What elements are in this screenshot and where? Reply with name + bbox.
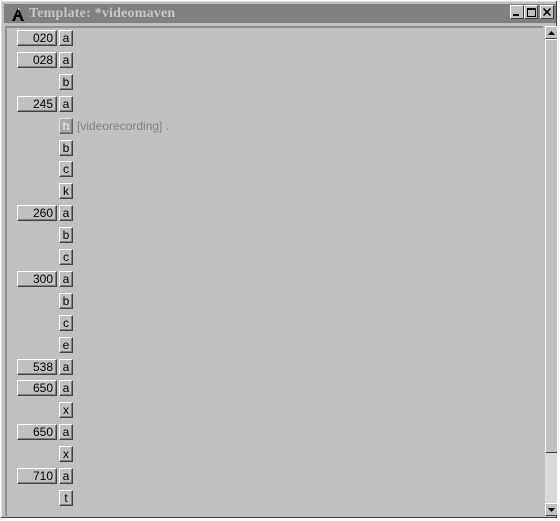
subfield-button[interactable]: h xyxy=(59,117,73,134)
close-icon xyxy=(543,8,551,16)
field-row: c xyxy=(7,247,543,265)
field-row: b xyxy=(7,225,543,244)
vertical-scrollbar[interactable] xyxy=(545,26,557,516)
scroll-up-button[interactable] xyxy=(545,26,557,39)
subfield-button[interactable]: x xyxy=(59,446,73,463)
minimize-button[interactable] xyxy=(510,5,524,19)
field-row: b xyxy=(7,72,543,90)
subfield-button[interactable]: c xyxy=(59,314,73,331)
tag-button[interactable]: 650 xyxy=(17,424,57,441)
field-row: e xyxy=(7,335,543,353)
field-row: 650 a xyxy=(7,378,543,397)
window-title: Template: *videomaven xyxy=(29,5,176,21)
field-row: x xyxy=(7,444,543,463)
field-row: 260 a xyxy=(7,203,543,222)
subfield-button[interactable]: e xyxy=(59,336,73,353)
subfield-button[interactable]: a xyxy=(59,358,73,375)
field-row: 020 a xyxy=(7,28,543,46)
field-row: 028 a xyxy=(7,50,543,68)
field-row: b xyxy=(7,291,543,309)
arrow-up-icon xyxy=(548,30,555,35)
scroll-down-button[interactable] xyxy=(545,503,557,516)
maximize-icon xyxy=(526,7,536,17)
subfield-button[interactable]: a xyxy=(59,380,73,397)
subfield-button[interactable]: x xyxy=(59,402,73,419)
scroll-thumb[interactable] xyxy=(545,39,557,453)
tag-button[interactable]: 650 xyxy=(17,380,57,397)
field-row: t xyxy=(7,488,543,506)
field-row: 538 a xyxy=(7,357,543,375)
tag-button[interactable]: 020 xyxy=(17,30,57,46)
subfield-button[interactable]: b xyxy=(59,73,73,90)
field-row: 650 a xyxy=(7,422,543,441)
subfield-button[interactable]: t xyxy=(59,489,73,506)
close-button[interactable] xyxy=(540,5,554,19)
title-buttons xyxy=(510,5,554,19)
subfield-button[interactable]: a xyxy=(59,424,73,441)
subfield-button[interactable]: c xyxy=(59,161,73,178)
tag-button[interactable]: 538 xyxy=(17,358,57,375)
field-row: x xyxy=(7,400,543,419)
tag-button[interactable]: 710 xyxy=(17,468,57,484)
tag-button[interactable]: 028 xyxy=(17,51,57,68)
tag-button[interactable]: 300 xyxy=(17,270,57,287)
subfield-button[interactable]: k xyxy=(59,183,73,200)
subfield-button[interactable]: b xyxy=(59,227,73,244)
field-row: b xyxy=(7,138,543,156)
subfield-button[interactable]: a xyxy=(59,30,73,46)
field-row: 245 a xyxy=(7,94,543,112)
app-icon[interactable] xyxy=(10,6,26,22)
subfield-button[interactable]: a xyxy=(59,270,73,287)
field-row: c xyxy=(7,159,543,178)
subfield-button[interactable]: a xyxy=(59,205,73,222)
subfield-button[interactable]: a xyxy=(59,51,73,68)
field-row: k xyxy=(7,181,543,200)
field-row: 300 a xyxy=(7,269,543,287)
subfield-button[interactable]: c xyxy=(59,249,73,265)
subfield-button[interactable]: a xyxy=(59,95,73,112)
field-row: c xyxy=(7,313,543,331)
field-row: 710 a xyxy=(7,466,543,484)
minimize-icon xyxy=(513,14,519,16)
marc-field-list: 020 a 028 a b 245 a h [videorecording] . b c k 260 a b… xyxy=(5,26,543,516)
subfield-button[interactable]: b xyxy=(59,139,73,156)
subfield-button[interactable]: a xyxy=(59,468,73,484)
subfield-value[interactable]: [videorecording] . xyxy=(77,119,169,133)
tag-button[interactable]: 260 xyxy=(17,205,57,222)
subfield-button[interactable]: b xyxy=(59,292,73,309)
maximize-button[interactable] xyxy=(524,5,538,19)
template-window: Template: *videomaven 020 a 028 a b 245 a h [vid… xyxy=(0,0,558,519)
field-row: h [videorecording] . xyxy=(7,116,543,134)
arrow-down-icon xyxy=(548,507,555,512)
tag-button[interactable]: 245 xyxy=(17,95,57,112)
title-bar[interactable]: Template: *videomaven xyxy=(4,4,556,23)
